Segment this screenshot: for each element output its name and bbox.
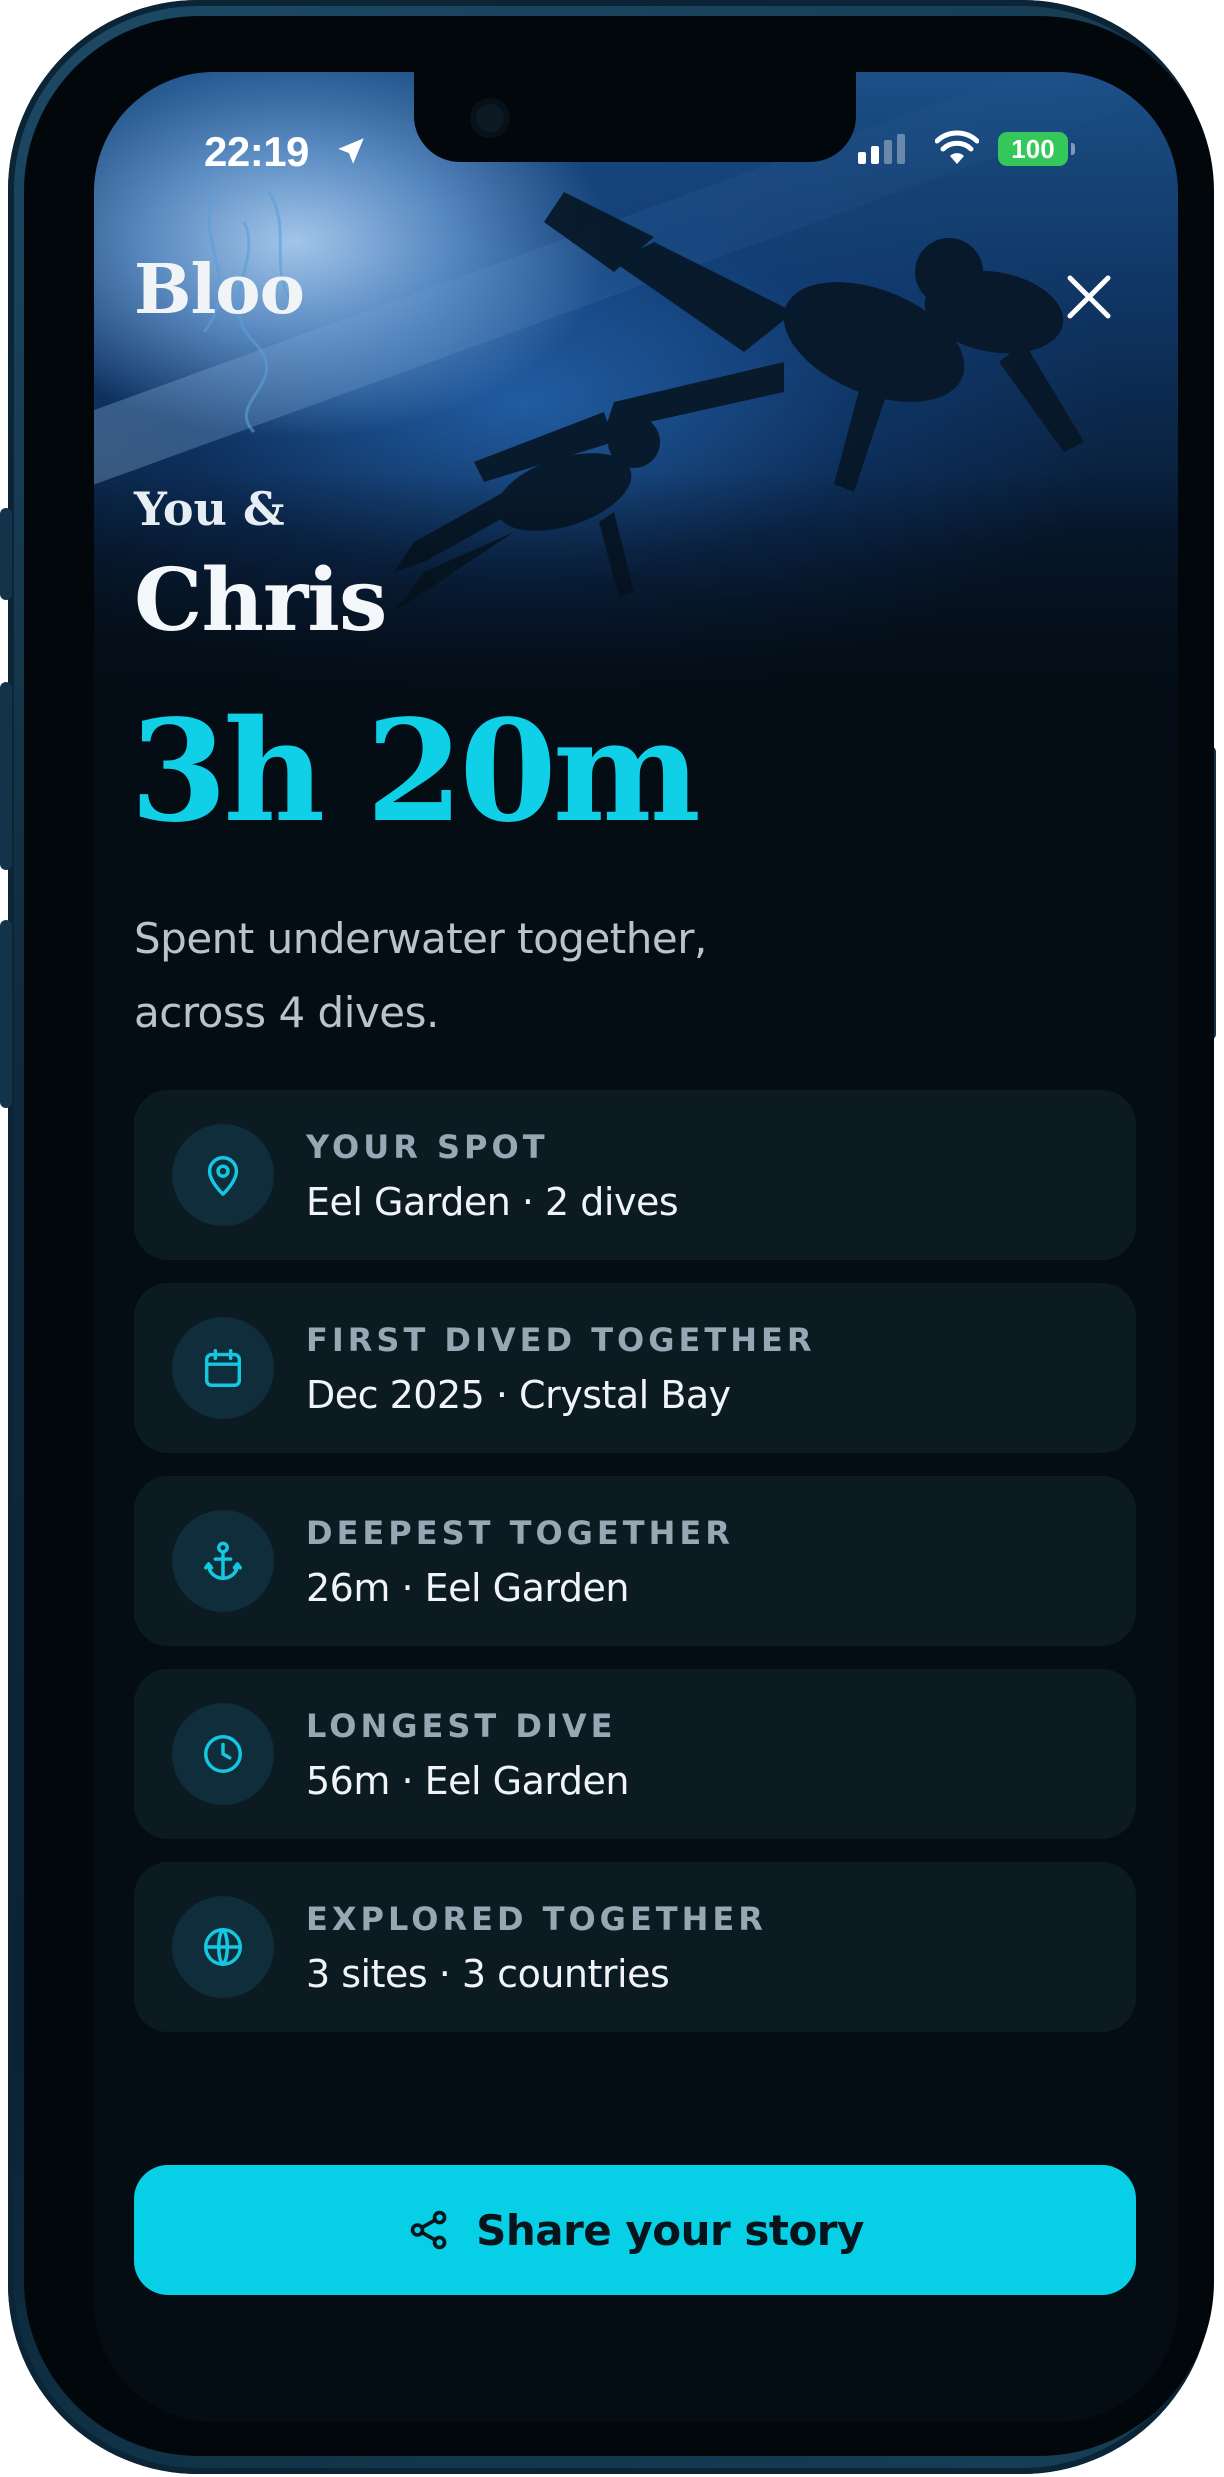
summary-text: Spent underwater together, across 4 dive… [134,902,834,1050]
globe-icon [172,1896,274,1998]
volume-up-button [0,682,12,870]
close-icon [1067,275,1111,319]
stat-label: LONGEST DIVE [306,1707,617,1745]
volume-down-button [0,920,12,1108]
stat-value: 26m · Eel Garden [306,1566,629,1610]
total-time: 3h 20m [130,690,701,854]
partner-name: Chris [134,550,387,651]
map-pin-icon [172,1124,274,1226]
battery-indicator: 100 [998,132,1068,166]
stats-list: YOUR SPOT Eel Garden · 2 dives FIRST DIV… [134,1090,1136,2055]
calendar-icon [172,1317,274,1419]
summary-line-2: across 4 dives. [134,988,439,1037]
stat-label: FIRST DIVED TOGETHER [306,1321,816,1359]
stat-value: Eel Garden · 2 dives [306,1180,679,1224]
you-and-label: You & [134,482,285,536]
app-screen: 22:19 100 Bloo You & Chris 3h 20m Spent … [94,72,1178,2422]
stat-card-your-spot: YOUR SPOT Eel Garden · 2 dives [134,1090,1136,1260]
stat-card-explored: EXPLORED TOGETHER 3 sites · 3 countries [134,1862,1136,2032]
cellular-signal-icon [858,134,905,164]
share-button-label: Share your story [476,2205,864,2255]
anchor-icon [172,1510,274,1612]
app-logo: Bloo [134,250,305,330]
location-arrow-icon [338,138,364,164]
share-story-button[interactable]: Share your story [134,2165,1136,2295]
status-time: 22:19 [204,128,309,175]
stat-value: 56m · Eel Garden [306,1759,629,1803]
stat-value: Dec 2025 · Crystal Bay [306,1373,731,1417]
phone-frame: 22:19 100 Bloo You & Chris 3h 20m Spent … [0,0,1216,2474]
stat-label: EXPLORED TOGETHER [306,1900,767,1938]
stat-value: 3 sites · 3 countries [306,1952,670,1996]
stat-card-first-dived: FIRST DIVED TOGETHER Dec 2025 · Crystal … [134,1283,1136,1453]
stat-label: DEEPEST TOGETHER [306,1514,734,1552]
battery-tip [1071,143,1075,155]
stat-card-deepest: DEEPEST TOGETHER 26m · Eel Garden [134,1476,1136,1646]
stat-label: YOUR SPOT [306,1128,549,1166]
front-camera [470,98,510,138]
clock-icon [172,1703,274,1805]
status-bar: 22:19 100 [94,72,1178,192]
share-icon [410,2210,447,2250]
close-button[interactable] [1054,262,1124,332]
phone-bezel: 22:19 100 Bloo You & Chris 3h 20m Spent … [24,16,1214,2456]
stat-card-longest-dive: LONGEST DIVE 56m · Eel Garden [134,1669,1136,1839]
silent-switch [0,508,12,600]
wifi-icon [935,130,979,164]
summary-line-1: Spent underwater together, [134,914,707,963]
